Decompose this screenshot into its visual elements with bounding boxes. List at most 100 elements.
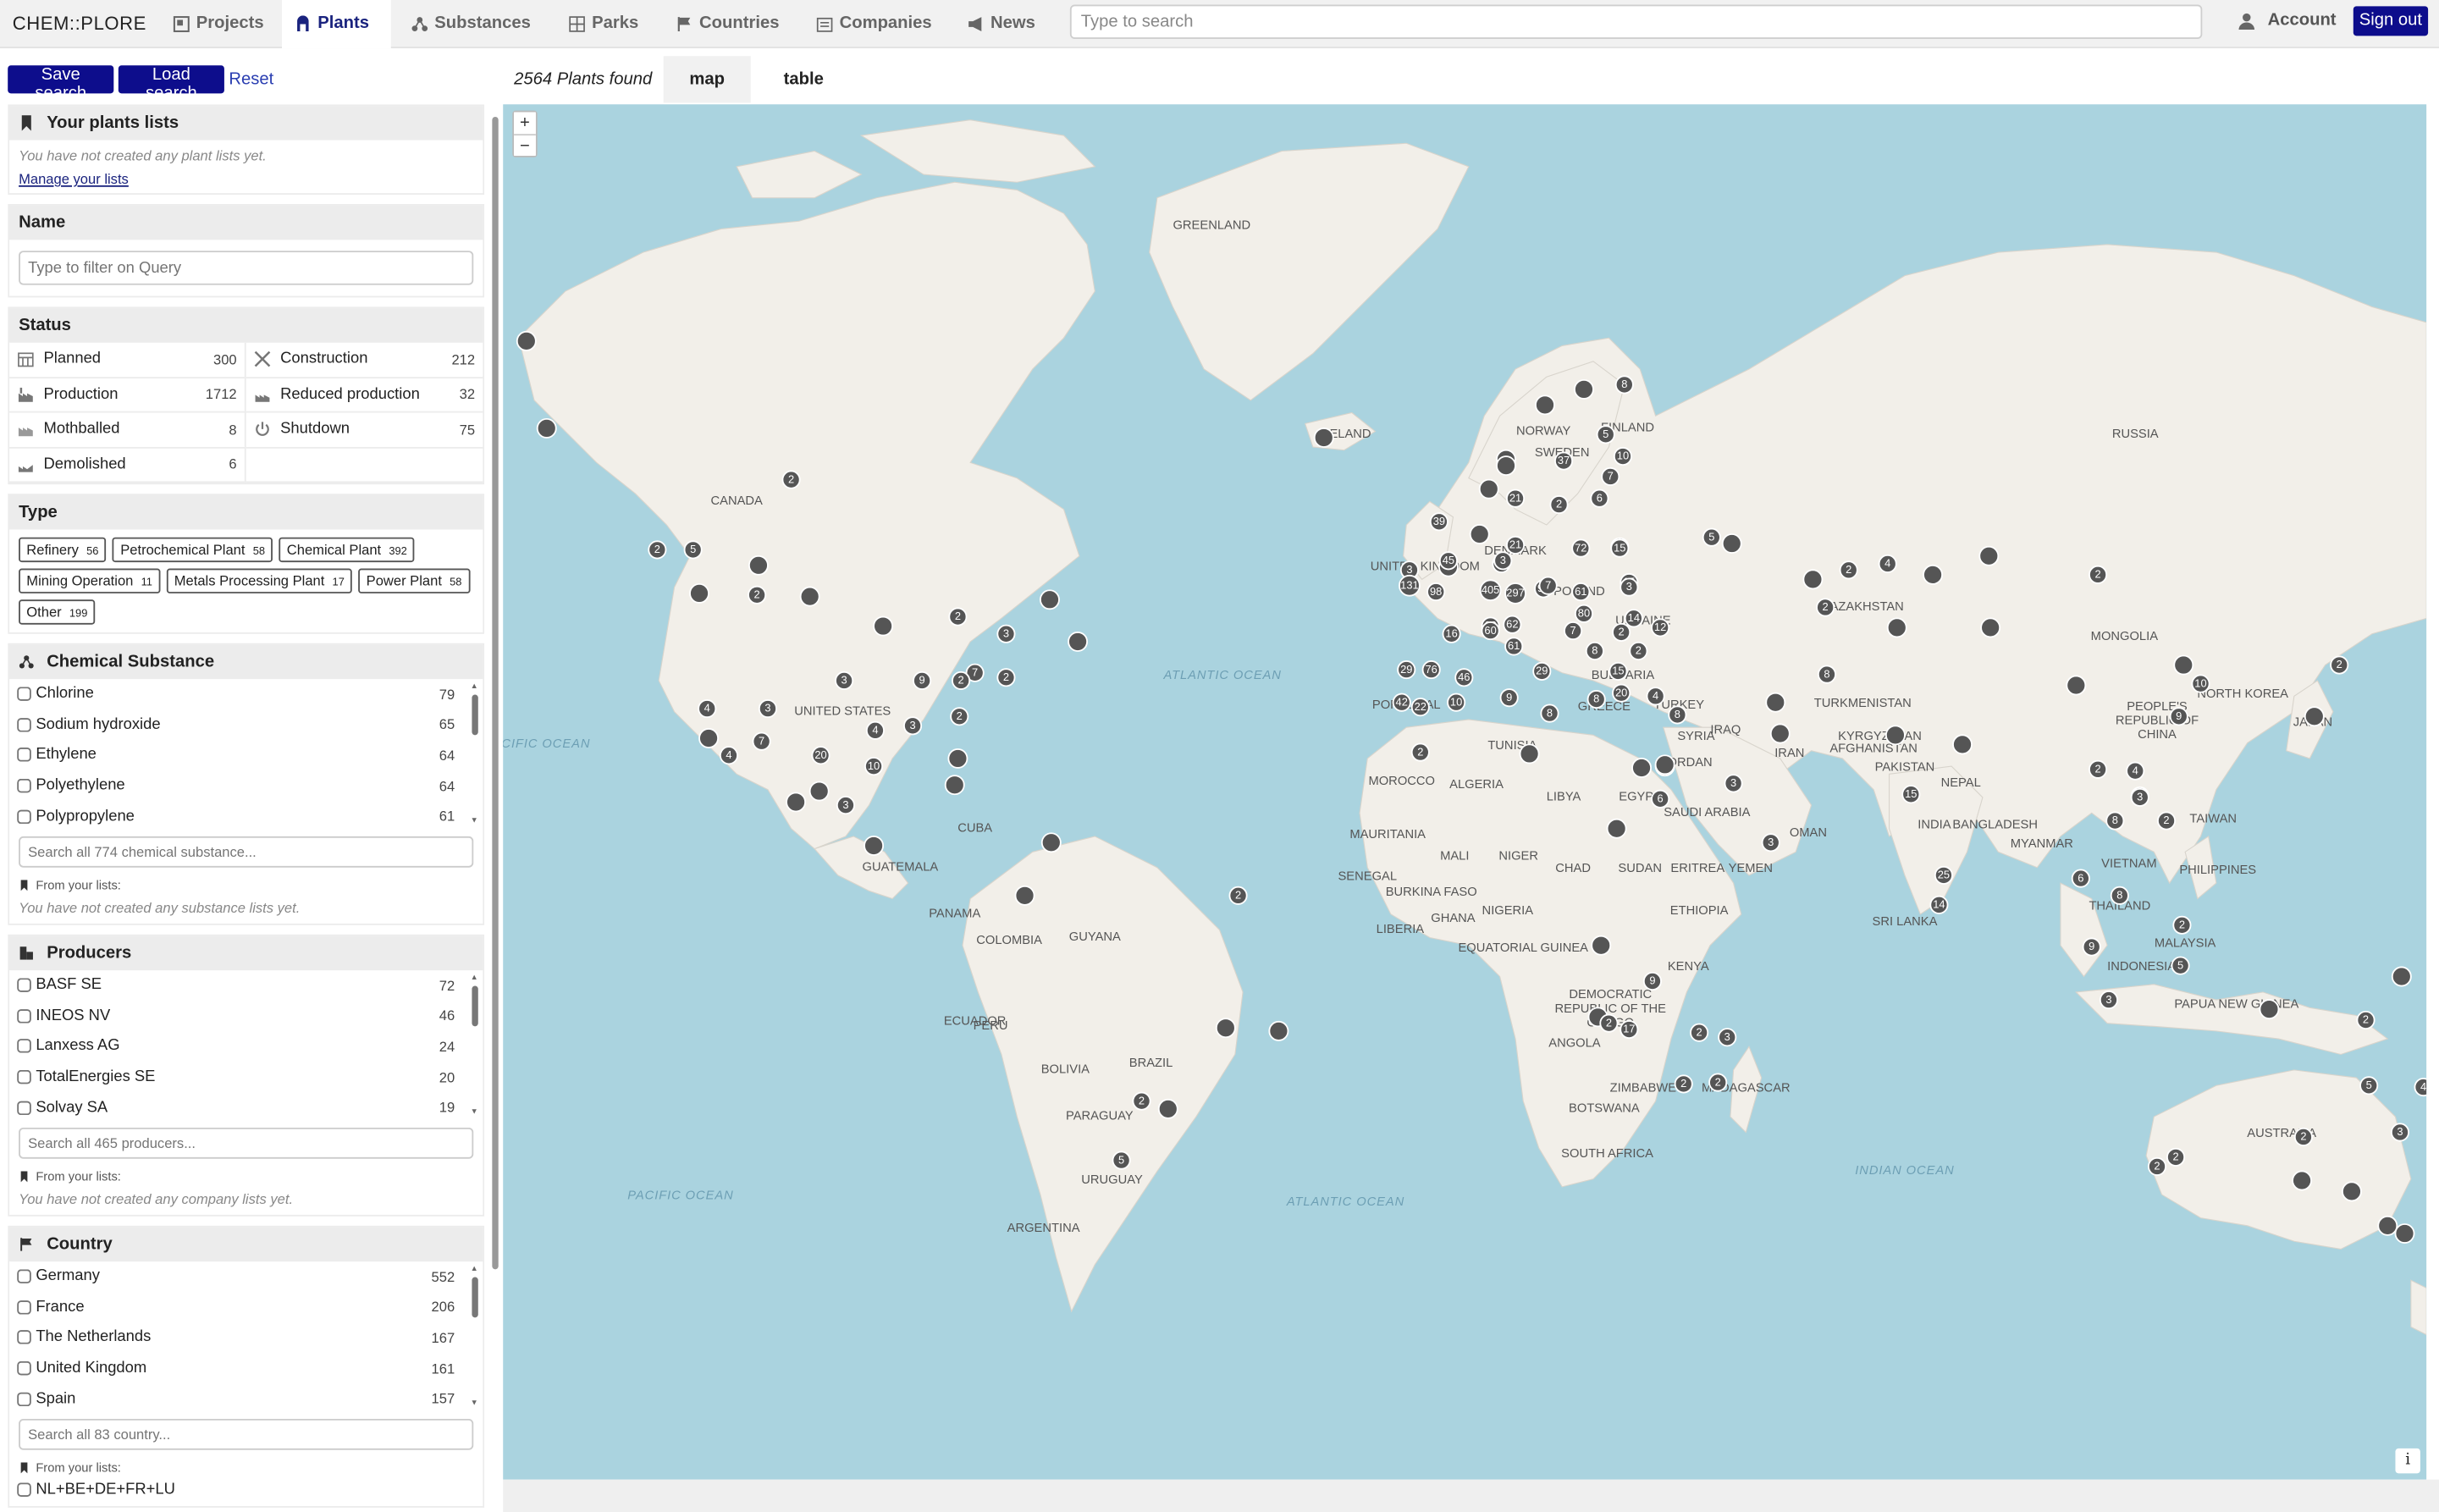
type-chip-mining[interactable]: Mining Operation 11	[19, 568, 161, 593]
plant-cluster-marker[interactable]: 10	[1447, 693, 1466, 712]
plant-cluster-marker[interactable]: 2	[748, 585, 767, 604]
plant-cluster-marker[interactable]: 29	[1397, 660, 1416, 680]
plant-cluster-marker[interactable]: 4	[698, 699, 717, 719]
plant-marker[interactable]	[516, 330, 537, 351]
plant-cluster-marker[interactable]: 9	[1642, 971, 1662, 991]
plant-cluster-marker[interactable]: 3	[1493, 551, 1513, 571]
tab-map[interactable]: map	[663, 56, 751, 103]
plant-marker[interactable]	[2304, 706, 2325, 727]
tab-parks[interactable]: Parks	[556, 0, 651, 48]
plant-cluster-marker[interactable]: 61	[1504, 637, 1524, 656]
plant-marker[interactable]	[1591, 935, 1612, 956]
plant-cluster-marker[interactable]: 2	[2089, 759, 2108, 779]
plant-marker[interactable]	[864, 835, 885, 856]
substance-checkbox[interactable]	[17, 717, 31, 732]
plant-marker[interactable]	[1519, 743, 1540, 764]
plant-cluster-marker[interactable]: 15	[1610, 538, 1630, 558]
status-construction[interactable]: Construction 212	[246, 343, 483, 378]
country-option[interactable]: The Netherlands 167	[17, 1322, 455, 1353]
plant-marker[interactable]	[2173, 654, 2194, 676]
plant-cluster-marker[interactable]: 20	[1612, 683, 1631, 703]
plant-marker[interactable]	[1478, 478, 1499, 499]
plant-cluster-marker[interactable]: 2	[948, 607, 968, 626]
plant-marker[interactable]	[944, 775, 965, 796]
zoom-out-button[interactable]: −	[514, 134, 536, 156]
tab-projects[interactable]: Projects	[160, 0, 276, 48]
saved-list-option[interactable]: NL+BE+DE+FR+LU	[17, 1475, 455, 1505]
plant-cluster-marker[interactable]: 80	[1574, 604, 1594, 623]
plant-cluster-marker[interactable]: 6	[1651, 789, 1670, 808]
type-chip-refinery[interactable]: Refinery 56	[19, 537, 107, 563]
plant-cluster-marker[interactable]: 9	[2169, 707, 2188, 726]
plant-cluster-marker[interactable]: 4	[2414, 1078, 2427, 1097]
producer-checkbox[interactable]	[17, 978, 31, 993]
name-filter-input[interactable]	[19, 251, 474, 285]
plant-cluster-marker[interactable]: 2	[781, 470, 801, 489]
plant-marker[interactable]	[1978, 545, 2000, 566]
plant-cluster-marker[interactable]: 21	[1505, 488, 1526, 508]
producer-option[interactable]: Solvay SA 19	[17, 1092, 455, 1123]
country-checkbox[interactable]	[17, 1360, 31, 1376]
plant-marker[interactable]	[1496, 455, 1516, 477]
plant-cluster-marker[interactable]: 3	[835, 670, 854, 690]
producer-option[interactable]: INEOS NV 46	[17, 1001, 455, 1031]
plant-marker[interactable]	[808, 781, 830, 802]
plant-cluster-marker[interactable]: 3	[1718, 1028, 1737, 1047]
plant-cluster-marker[interactable]: 15	[1609, 661, 1628, 681]
plant-marker[interactable]	[536, 417, 557, 439]
producer-search-input[interactable]	[19, 1127, 474, 1159]
plant-cluster-marker[interactable]: 2	[2166, 1147, 2186, 1167]
plant-cluster-marker[interactable]: 14	[1624, 609, 1643, 628]
plant-cluster-marker[interactable]: 7	[752, 731, 771, 751]
global-search-input[interactable]	[1069, 4, 2203, 39]
plant-cluster-marker[interactable]: 3	[2130, 787, 2149, 807]
manage-lists-link[interactable]: Manage your lists	[9, 171, 483, 193]
country-option[interactable]: United Kingdom 161	[17, 1353, 455, 1383]
plant-cluster-marker[interactable]: 8	[2105, 811, 2125, 830]
status-planned[interactable]: Planned 300	[9, 342, 246, 378]
plant-cluster-marker[interactable]: 2	[1629, 641, 1648, 661]
plant-marker[interactable]	[947, 748, 968, 769]
plant-marker[interactable]	[1313, 427, 1334, 448]
substance-option[interactable]: Ethylene 64	[17, 740, 455, 770]
status-mothballed[interactable]: Mothballed 8	[9, 412, 246, 448]
plant-cluster-marker[interactable]: 98	[1426, 582, 1446, 602]
plant-cluster-marker[interactable]: 2	[1132, 1091, 1151, 1111]
plant-cluster-marker[interactable]: 16	[1442, 624, 1461, 643]
plant-cluster-marker[interactable]: 17	[1620, 1020, 1639, 1040]
plant-cluster-marker[interactable]: 2	[1708, 1073, 1728, 1092]
plant-cluster-marker[interactable]: 8	[1817, 665, 1837, 684]
plant-cluster-marker[interactable]: 4	[1878, 554, 1897, 574]
substance-checkbox[interactable]	[17, 809, 31, 824]
producer-checkbox[interactable]	[17, 1039, 31, 1054]
type-chip-chemical[interactable]: Chemical Plant 392	[279, 537, 416, 563]
tab-table[interactable]: table	[760, 56, 847, 102]
type-chip-petrochemical[interactable]: Petrochemical Plant 58	[113, 537, 273, 563]
plant-marker[interactable]	[2292, 1170, 2313, 1191]
plant-marker[interactable]	[1721, 533, 1742, 555]
plant-marker[interactable]	[2394, 1223, 2415, 1244]
plant-cluster-marker[interactable]: 9	[913, 670, 932, 690]
country-option[interactable]: France 206	[17, 1292, 455, 1322]
plant-marker[interactable]	[1014, 885, 1035, 906]
plant-cluster-marker[interactable]: 2	[2156, 811, 2177, 830]
producer-option[interactable]: Lanxess AG 24	[17, 1031, 455, 1062]
substance-search-input[interactable]	[19, 836, 474, 868]
plant-marker[interactable]	[1631, 758, 1653, 778]
country-option[interactable]: Germany 552	[17, 1261, 455, 1292]
map-view[interactable]: + − GREENLAND CANADA UNITED STATES CUBA GUAT…	[503, 104, 2427, 1480]
plant-cluster-marker[interactable]: 8	[1614, 375, 1634, 395]
list-scrollbar[interactable]: ▲ ▼	[471, 682, 478, 825]
status-demolished[interactable]: Demolished 6	[9, 447, 246, 483]
plant-cluster-marker[interactable]: 6	[1590, 488, 1609, 508]
plant-marker[interactable]	[2259, 999, 2280, 1020]
plant-cluster-marker[interactable]: 3	[996, 624, 1016, 643]
plant-cluster-marker[interactable]: 8	[1668, 705, 1687, 725]
plant-cluster-marker[interactable]: 8	[1540, 704, 1559, 723]
plant-cluster-marker[interactable]: 2	[2172, 915, 2192, 935]
plant-marker[interactable]	[1039, 589, 1060, 610]
plant-cluster-marker[interactable]: 2	[1410, 742, 1430, 762]
tab-plants[interactable]: Plants	[281, 0, 391, 49]
plant-marker[interactable]	[1535, 395, 1555, 416]
plant-marker[interactable]	[873, 615, 894, 637]
